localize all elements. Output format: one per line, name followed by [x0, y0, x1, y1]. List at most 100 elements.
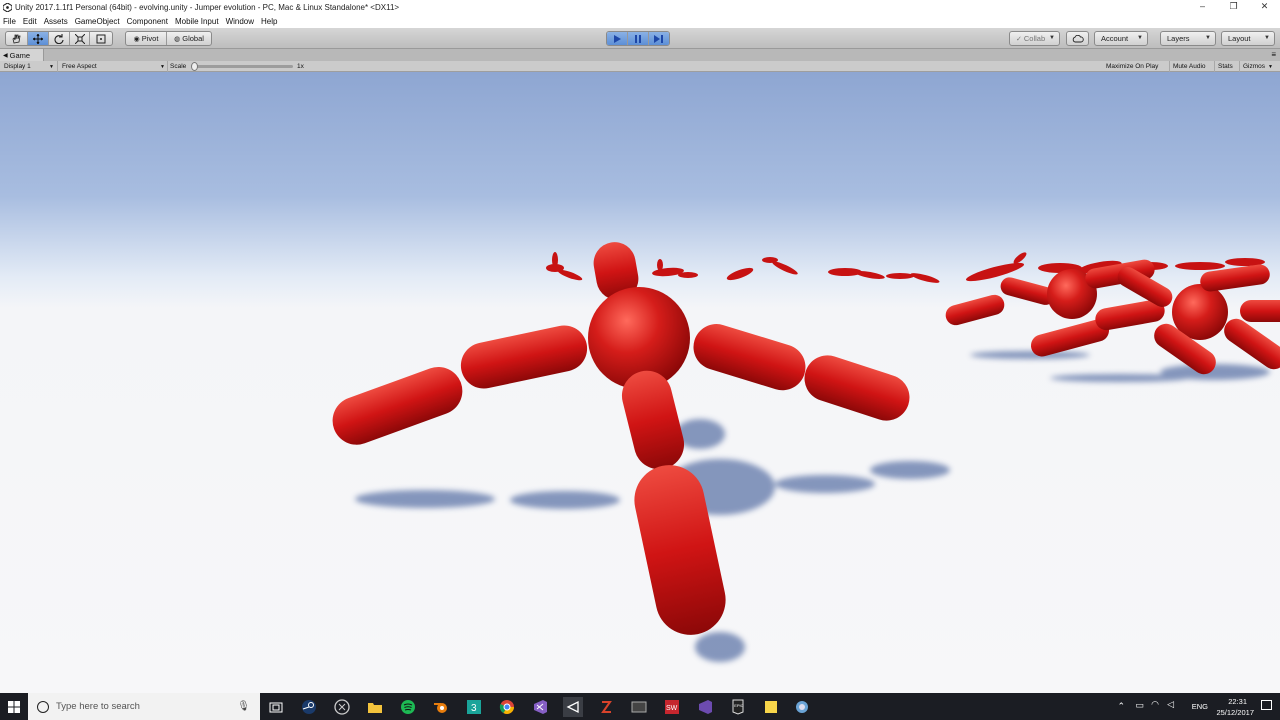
- maximize-button[interactable]: ❐: [1218, 0, 1249, 14]
- scale-tool-button[interactable]: [70, 32, 91, 45]
- menu-edit[interactable]: Edit: [20, 17, 41, 26]
- chevron-up-icon[interactable]: ⌃: [1117, 701, 1125, 712]
- github-icon[interactable]: [332, 697, 352, 717]
- pivot-icon: ◉: [133, 35, 140, 43]
- solidworks-icon[interactable]: SW: [662, 697, 682, 717]
- steam-icon[interactable]: [299, 697, 319, 717]
- visual-studio-alt-icon[interactable]: [695, 697, 715, 717]
- divider: [167, 61, 168, 72]
- window-title: Unity 2017.1.1f1 Personal (64bit) - evol…: [15, 2, 400, 12]
- clock-date[interactable]: 25/12/2017: [1216, 708, 1254, 717]
- tab-menu-icon[interactable]: ≡: [1271, 50, 1276, 59]
- account-dropdown[interactable]: Account ▼: [1094, 31, 1148, 46]
- scale-value: 1x: [297, 63, 304, 70]
- aspect-dropdown[interactable]: Free Aspect ▼: [62, 62, 165, 71]
- layout-dropdown[interactable]: Layout ▼: [1221, 31, 1275, 46]
- visual-studio-icon[interactable]: [530, 697, 550, 717]
- global-button[interactable]: ◍ Global: [167, 32, 211, 45]
- scale-value-wrap: 1x: [297, 62, 304, 71]
- microphone-icon[interactable]: 🎙: [237, 701, 250, 712]
- game-viewport[interactable]: [0, 72, 1280, 693]
- chevron-down-icon: ▼: [160, 63, 165, 70]
- sticky-notes-icon[interactable]: [761, 697, 781, 717]
- cloud-button[interactable]: [1066, 31, 1089, 46]
- collab-label: Collab: [1023, 34, 1046, 43]
- stats-toggle[interactable]: Stats: [1218, 62, 1233, 71]
- blender-icon[interactable]: [431, 697, 451, 717]
- gizmos-dropdown[interactable]: Gizmos ▼: [1243, 62, 1273, 71]
- menu-window[interactable]: Window: [223, 17, 258, 26]
- windows-taskbar: Type here to search 🎙 3 SW EPIC ⌃ ▭ ◠ ◁ …: [0, 693, 1280, 720]
- menu-component[interactable]: Component: [124, 17, 172, 26]
- move-icon: [32, 33, 43, 44]
- menu-gameobject[interactable]: GameObject: [72, 17, 124, 26]
- play-controls: [606, 31, 670, 46]
- cloud-icon: [1072, 34, 1084, 42]
- pivot-button[interactable]: ◉ Pivot: [126, 32, 168, 45]
- rect-icon: [96, 34, 106, 43]
- divider: [1239, 61, 1240, 72]
- volume-icon[interactable]: ◁: [1167, 699, 1174, 710]
- language-indicator[interactable]: ENG: [1192, 702, 1208, 711]
- gizmos-label: Gizmos: [1243, 63, 1266, 70]
- task-view-icon[interactable]: [266, 697, 286, 717]
- epic-games-icon[interactable]: EPIC: [728, 697, 748, 717]
- notifications-icon[interactable]: [1261, 700, 1272, 710]
- app-3-icon[interactable]: 3: [464, 697, 484, 717]
- maximize-on-play-toggle[interactable]: Maximize On Play: [1106, 62, 1158, 71]
- move-tool-button[interactable]: [27, 32, 50, 45]
- collab-dropdown[interactable]: ✓ Collab ▼: [1009, 31, 1060, 46]
- windows-logo-icon: [8, 700, 20, 713]
- spotify-icon[interactable]: [398, 697, 418, 717]
- scale-label-wrap: Scale: [170, 62, 190, 71]
- clock-time[interactable]: 22:31: [1228, 697, 1247, 706]
- cortana-icon: [37, 700, 49, 713]
- menu-mobile-input[interactable]: Mobile Input: [172, 17, 223, 26]
- play-button[interactable]: [607, 32, 629, 45]
- svg-text:SW: SW: [666, 705, 678, 712]
- check-icon: ✓: [1016, 35, 1022, 43]
- unity-icon[interactable]: [563, 697, 583, 717]
- game-controller-icon: ◀: [3, 52, 8, 59]
- chevron-down-icon: ▼: [1268, 63, 1273, 70]
- svg-text:EPIC: EPIC: [734, 703, 743, 708]
- divider: [1214, 61, 1215, 72]
- mute-audio-toggle[interactable]: Mute Audio: [1173, 62, 1206, 71]
- menu-file[interactable]: File: [0, 17, 20, 26]
- rotate-icon: [54, 33, 64, 44]
- display-dropdown[interactable]: Display 1 ▼: [4, 62, 54, 71]
- tab-game[interactable]: ◀ Game: [0, 49, 44, 61]
- scale-label: Scale: [170, 63, 187, 70]
- minimize-button[interactable]: –: [1187, 0, 1218, 14]
- rect-tool-button[interactable]: [90, 32, 112, 45]
- wifi-icon[interactable]: ◠: [1151, 699, 1159, 710]
- close-button[interactable]: ✕: [1249, 0, 1280, 14]
- menu-help[interactable]: Help: [258, 17, 281, 26]
- pivot-label: Pivot: [141, 34, 159, 43]
- svg-text:3: 3: [471, 703, 477, 714]
- window-app-icon[interactable]: [629, 697, 649, 717]
- game-view-toolbar: Display 1 ▼ Free Aspect ▼ Scale 1x Maxim…: [0, 61, 1280, 72]
- taskbar-search-input[interactable]: Type here to search 🎙: [28, 693, 260, 720]
- start-button[interactable]: [0, 693, 28, 720]
- chevron-down-icon: ▼: [1137, 35, 1143, 41]
- scale-slider-thumb[interactable]: [191, 62, 198, 71]
- game-tab-bar: ◀ Game ≡: [0, 49, 1280, 61]
- pivot-toggle-group: ◉ Pivot ◍ Global: [125, 31, 212, 46]
- divider: [1169, 61, 1170, 72]
- filezilla-icon[interactable]: [596, 697, 616, 717]
- chrome-icon[interactable]: [497, 697, 517, 717]
- rotate-tool-button[interactable]: [49, 32, 70, 45]
- misc-app-icon[interactable]: [792, 697, 812, 717]
- menu-assets[interactable]: Assets: [41, 17, 72, 26]
- step-button[interactable]: [648, 32, 669, 45]
- network-icon[interactable]: ▭: [1135, 700, 1144, 711]
- file-explorer-icon[interactable]: [365, 697, 385, 717]
- layout-label: Layout: [1228, 34, 1251, 43]
- layers-dropdown[interactable]: Layers ▼: [1160, 31, 1216, 46]
- hand-tool-button[interactable]: [6, 32, 28, 45]
- pause-button[interactable]: [628, 32, 649, 45]
- account-label: Account: [1101, 34, 1129, 43]
- scale-slider[interactable]: [191, 62, 293, 71]
- game-tab-label: Game: [9, 50, 31, 60]
